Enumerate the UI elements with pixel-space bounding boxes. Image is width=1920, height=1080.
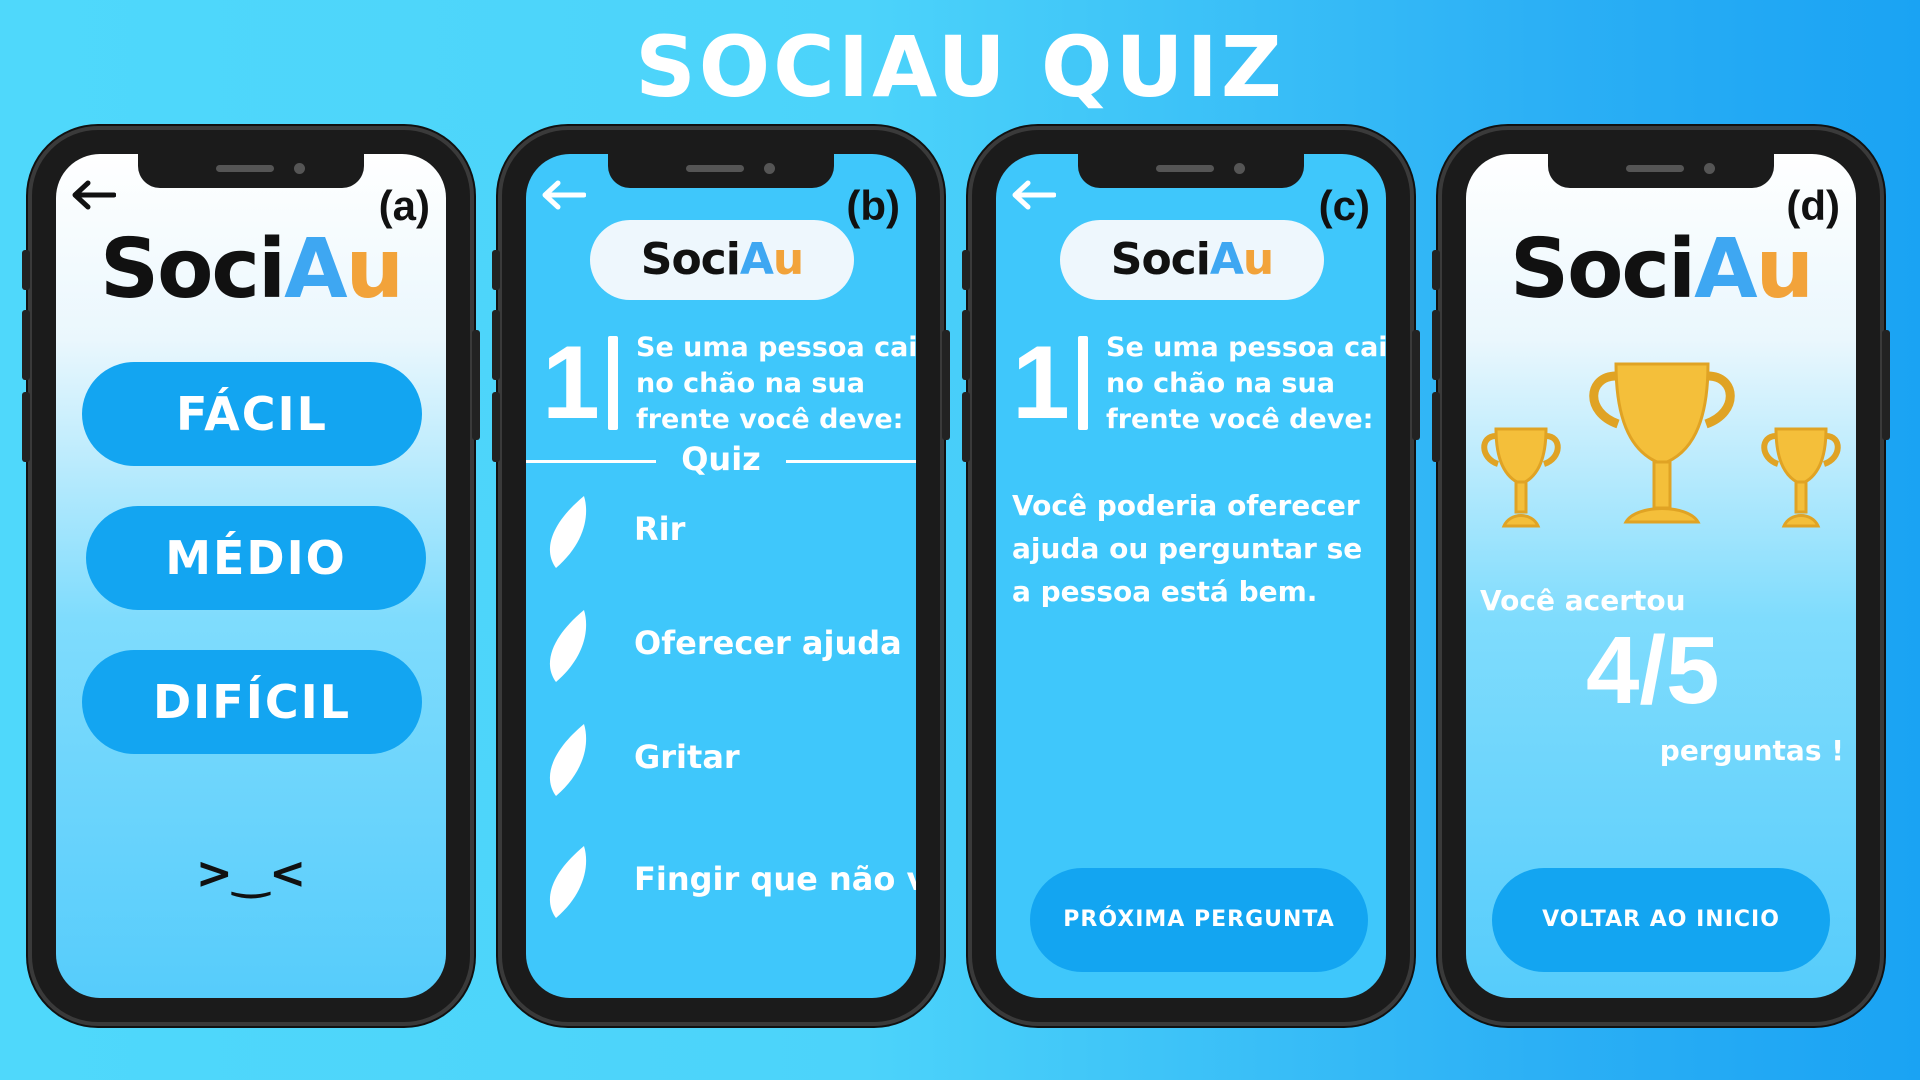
sociau-logo: SociAu: [1510, 222, 1814, 317]
quiz-section-label: Quiz: [681, 440, 761, 478]
back-arrow-icon[interactable]: [70, 180, 116, 210]
panel-label: (b): [846, 182, 900, 229]
option-label: Fingir que não viu: [634, 860, 916, 898]
question-number: 1: [1012, 325, 1070, 441]
easy-button[interactable]: FÁCIL: [82, 362, 422, 466]
phone-a: (a) SociAu FÁCIL MÉDIO DIFÍCIL >‿<: [22, 126, 480, 1026]
trophies-illustration: [1481, 362, 1841, 528]
option-label: Gritar: [634, 738, 740, 776]
phone-c: (c) SociAu 1 Se uma pessoa cai no chão n…: [962, 126, 1420, 1026]
question-divider-bar: [608, 336, 618, 430]
panel-label: (a): [378, 182, 430, 229]
phone-b: (b) SociAu 1 Se uma pessoa cai no chão n…: [492, 126, 950, 1026]
sociau-logo-pill: SociAu: [1060, 220, 1324, 300]
question-divider-bar: [1078, 336, 1088, 430]
back-arrow-icon[interactable]: [540, 180, 586, 210]
screen-c: (c) SociAu 1 Se uma pessoa cai no chão n…: [996, 154, 1386, 998]
option-label: Rir: [634, 510, 686, 548]
question-text: Se uma pessoa cai no chão na sua frente …: [1106, 332, 1386, 435]
hard-button[interactable]: DIFÍCIL: [82, 650, 422, 754]
leaf-icon: [549, 610, 587, 682]
result-suffix: perguntas !: [1659, 734, 1844, 767]
phone-d: (d) SociAu Você acertou 4/5 perguntas ! …: [1432, 126, 1890, 1026]
answer-option[interactable]: Oferecer ajuda: [544, 606, 916, 686]
answer-option[interactable]: Rir: [544, 492, 916, 572]
leaf-icon: [549, 724, 587, 796]
medium-button[interactable]: MÉDIO: [86, 506, 426, 610]
screen-a: (a) SociAu FÁCIL MÉDIO DIFÍCIL >‿<: [56, 154, 446, 998]
back-to-home-button[interactable]: VOLTAR AO INICIO: [1492, 868, 1830, 972]
answer-option[interactable]: Gritar: [544, 720, 916, 800]
quiz-section-divider: Quiz: [526, 440, 916, 480]
leaf-icon: [549, 496, 587, 568]
screen-d: (d) SociAu Você acertou 4/5 perguntas ! …: [1466, 154, 1856, 998]
option-label: Oferecer ajuda: [634, 624, 902, 662]
question-text: Se uma pessoa cai no chão na sua frente …: [636, 332, 916, 435]
result-prefix: Você acertou: [1480, 584, 1686, 617]
question-number: 1: [542, 325, 600, 441]
leaf-icon: [549, 846, 587, 918]
mascot-face: >‿<: [195, 848, 307, 899]
answer-explanation: Você poderia oferecer ajuda ou perguntar…: [1012, 489, 1363, 608]
answer-option[interactable]: Fingir que não viu: [544, 842, 916, 922]
sociau-logo-pill: SociAu: [590, 220, 854, 300]
sociau-logo: SociAu: [100, 222, 404, 317]
score: 4/5: [1586, 617, 1720, 724]
trophy-icon: [1481, 427, 1561, 528]
trophy-icon: [1761, 427, 1841, 528]
trophy-icon: [1589, 362, 1735, 524]
main-title: SOCIAU QUIZ: [635, 18, 1285, 116]
panel-label: (c): [1318, 182, 1370, 229]
screen-b: (b) SociAu 1 Se uma pessoa cai no chão n…: [526, 154, 916, 998]
panel-label: (d): [1786, 182, 1840, 229]
next-question-button[interactable]: PRÓXIMA PERGUNTA: [1030, 868, 1368, 972]
back-arrow-icon[interactable]: [1010, 180, 1056, 210]
